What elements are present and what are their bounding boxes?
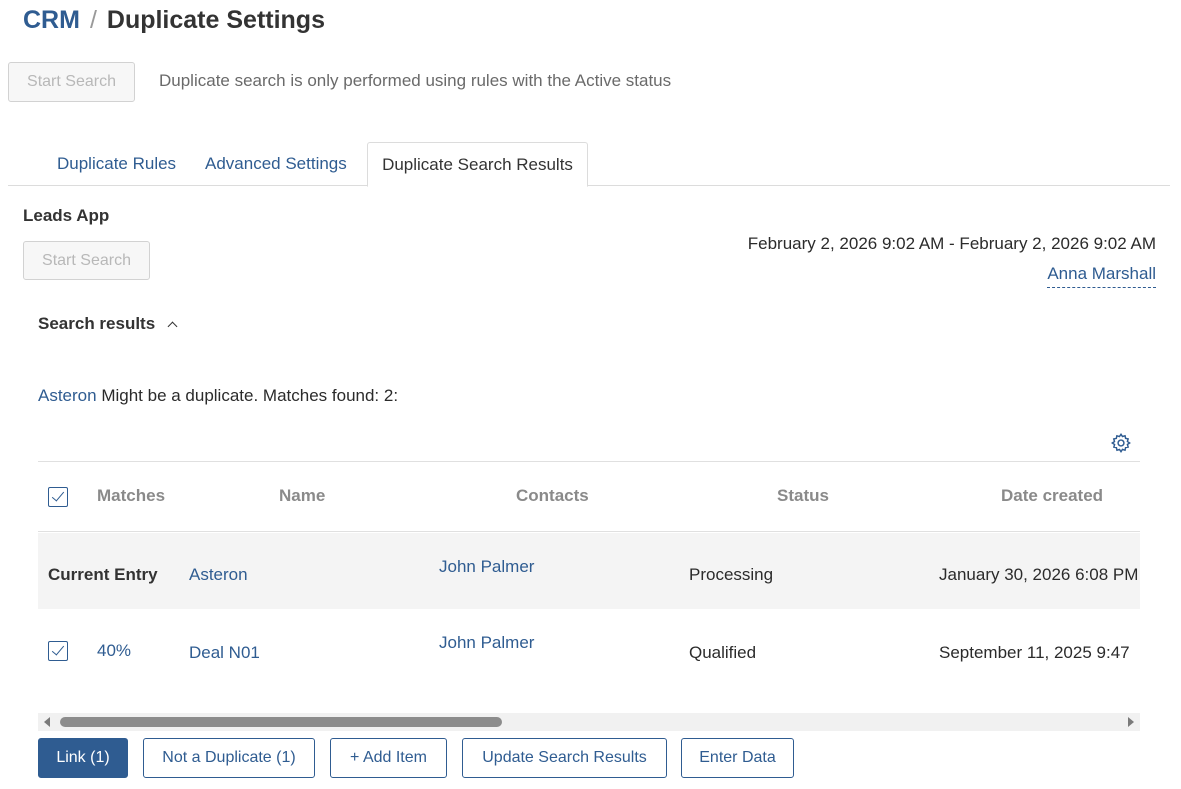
duplicate-summary: Asteron Might be a duplicate. Matches fo… xyxy=(38,386,398,406)
current-entry-contact-link[interactable]: John Palmer xyxy=(439,557,534,577)
scroll-right-arrow-icon[interactable] xyxy=(1128,717,1134,727)
update-search-results-button[interactable]: Update Search Results xyxy=(462,738,667,778)
breadcrumb-crm-link[interactable]: CRM xyxy=(23,6,80,35)
column-header-contacts[interactable]: Contacts xyxy=(516,486,589,506)
page-title: Duplicate Settings xyxy=(106,6,325,34)
start-search-button-global[interactable]: Start Search xyxy=(8,62,135,102)
row-contact-link[interactable]: John Palmer xyxy=(439,633,534,653)
select-all-checkbox[interactable] xyxy=(48,487,68,507)
search-date-range: February 2, 2026 9:02 AM - February 2, 2… xyxy=(747,234,1156,253)
not-duplicate-button[interactable]: Not a Duplicate (1) xyxy=(143,738,315,778)
current-entry-label: Current Entry xyxy=(48,565,158,584)
current-entry-status: Processing xyxy=(689,565,774,584)
duplicates-table: Matches Name Contacts Status Date create… xyxy=(38,461,1140,711)
row-name-link[interactable]: Deal N01 xyxy=(189,643,260,663)
tab-advanced-settings[interactable]: Advanced Settings xyxy=(205,142,347,186)
search-results-label: Search results xyxy=(38,314,156,333)
app-section-title: Leads App xyxy=(23,206,110,225)
search-results-toggle[interactable]: Search results xyxy=(38,314,178,334)
enter-data-button[interactable]: Enter Data xyxy=(681,738,794,778)
add-item-button[interactable]: + Add Item xyxy=(330,738,447,778)
duplicate-entry-link[interactable]: Asteron xyxy=(38,386,97,405)
column-header-status[interactable]: Status xyxy=(777,486,829,506)
scroll-left-arrow-icon[interactable] xyxy=(44,717,50,727)
start-search-button-app[interactable]: Start Search xyxy=(23,241,150,280)
breadcrumb: CRM / Duplicate Settings xyxy=(23,6,325,35)
breadcrumb-separator: / xyxy=(89,6,97,34)
link-button[interactable]: Link (1) xyxy=(38,738,128,778)
table-horizontal-scrollbar[interactable] xyxy=(38,713,1140,731)
column-header-name[interactable]: Name xyxy=(279,486,325,506)
search-user-link[interactable]: Anna Marshall xyxy=(1047,264,1156,288)
table-header: Matches Name Contacts Status Date create… xyxy=(38,462,1140,532)
gear-icon[interactable] xyxy=(1110,432,1132,454)
current-entry-name-link[interactable]: Asteron xyxy=(189,565,248,585)
column-header-date-created[interactable]: Date created xyxy=(1001,486,1103,506)
row-date: September 11, 2025 9:47 xyxy=(939,643,1130,662)
chevron-up-icon xyxy=(167,321,178,332)
duplicate-summary-text: Might be a duplicate. Matches found: 2: xyxy=(96,386,399,405)
table-row-current-entry: Current Entry Asteron John Palmer Proces… xyxy=(38,533,1140,609)
row-select-checkbox[interactable] xyxy=(48,641,68,661)
current-entry-date: January 30, 2026 6:08 PM xyxy=(939,565,1139,584)
row-status: Qualified xyxy=(689,643,757,662)
tab-duplicate-search-results[interactable]: Duplicate Search Results xyxy=(367,142,588,187)
scrollbar-thumb[interactable] xyxy=(60,717,502,727)
table-row: 40% Deal N01 John Palmer Qualified Septe… xyxy=(38,609,1140,685)
tabs-bar: Duplicate Rules Advanced Settings Duplic… xyxy=(8,142,1170,187)
column-header-matches[interactable]: Matches xyxy=(97,486,165,506)
search-info-note: Duplicate search is only performed using… xyxy=(159,71,672,90)
match-percentage: 40% xyxy=(97,641,132,660)
tab-duplicate-rules[interactable]: Duplicate Rules xyxy=(57,142,176,186)
